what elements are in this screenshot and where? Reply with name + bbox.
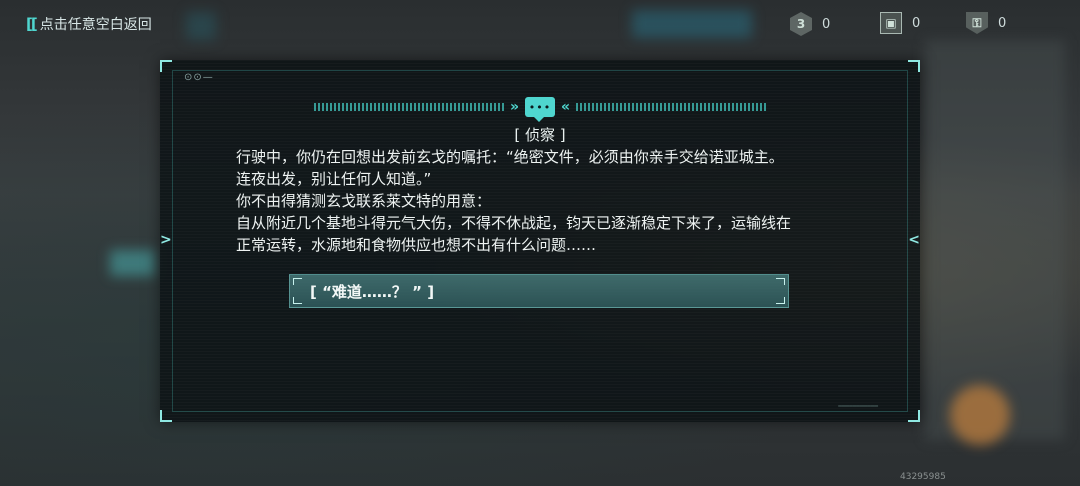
chevron-right-icon: > [160,232,172,248]
description-line: 你不由得猜测玄戈联系莱文特的用意： [236,192,492,210]
description-line: 连夜出发，别让任何人知道。” [236,170,432,188]
dialog-choice-button[interactable]: [ “难道……？ ” ] [289,274,789,308]
corner-bracket-icon [160,410,172,422]
header-stripe [313,103,504,111]
corner-tick-icon [293,297,302,304]
back-bracket-icon: [[ [26,15,38,33]
background-action-button [950,385,1010,445]
image-watermark: 43295985 [900,472,946,482]
background-menu-square [186,12,216,40]
description-line: 正常运转，水源地和食物供应也想不出有什么问题…… [236,236,597,254]
description-line: 自从附近几个基地斗得元气大伤，不得不休战起，钧天已逐渐稳定下来了，运输线在 [236,214,792,232]
event-dialog: > < ⊙⊙— ━━━━━━━━━━━ » ••• « [ 侦察 ] 行驶中，你… [160,60,920,422]
corner-tick-icon [293,278,302,285]
double-chevron-right-icon: » [509,99,519,115]
resource-value: 0 [998,15,1007,31]
event-description: 行驶中，你仍在回想出发前玄戈的嘱托：“绝密文件，必须由你亲手交给诺亚城主。 连夜… [236,146,856,256]
panel-status-mark: ⊙⊙— [184,72,214,83]
double-chevron-left-icon: « [561,99,571,115]
resource-counter-tag: ⚿ 0 [966,12,1006,34]
header-stripe [576,103,767,111]
chevron-left-icon: < [908,232,920,248]
description-line: 行驶中，你仍在回想出发前玄戈的嘱托：“绝密文件，必须由你亲手交给诺亚城主。 [236,148,784,166]
resource-counter-hex: 3 0 [790,12,830,36]
background-map-button [632,10,752,38]
corner-bracket-icon [908,60,920,72]
corner-bracket-icon [160,60,172,72]
event-title: [ 侦察 ] [514,126,566,144]
choice-label: [ “难道……？ ” ] [310,282,435,301]
resource-value: 0 [912,15,921,31]
panel-serial-lines: ━━━━━━━━━━━ [838,403,878,410]
corner-bracket-icon [908,410,920,422]
hexagon-3-icon: 3 [790,12,812,36]
resource-value: 0 [822,16,831,32]
crate-icon: ▣ [880,12,902,34]
background-left-button [110,250,155,276]
resource-counter-crate: ▣ 0 [880,12,920,34]
corner-tick-icon [776,278,785,285]
corner-tick-icon [776,297,785,304]
tap-to-return-hint[interactable]: [[ 点击任意空白返回 [26,14,152,34]
background-side-panel [925,40,1065,440]
tap-to-return-label: 点击任意空白返回 [39,17,152,33]
badge-tag-icon: ⚿ [966,12,988,34]
chat-bubble-icon: ••• [525,97,555,122]
dialog-header-decoration: » ••• « [302,96,778,122]
